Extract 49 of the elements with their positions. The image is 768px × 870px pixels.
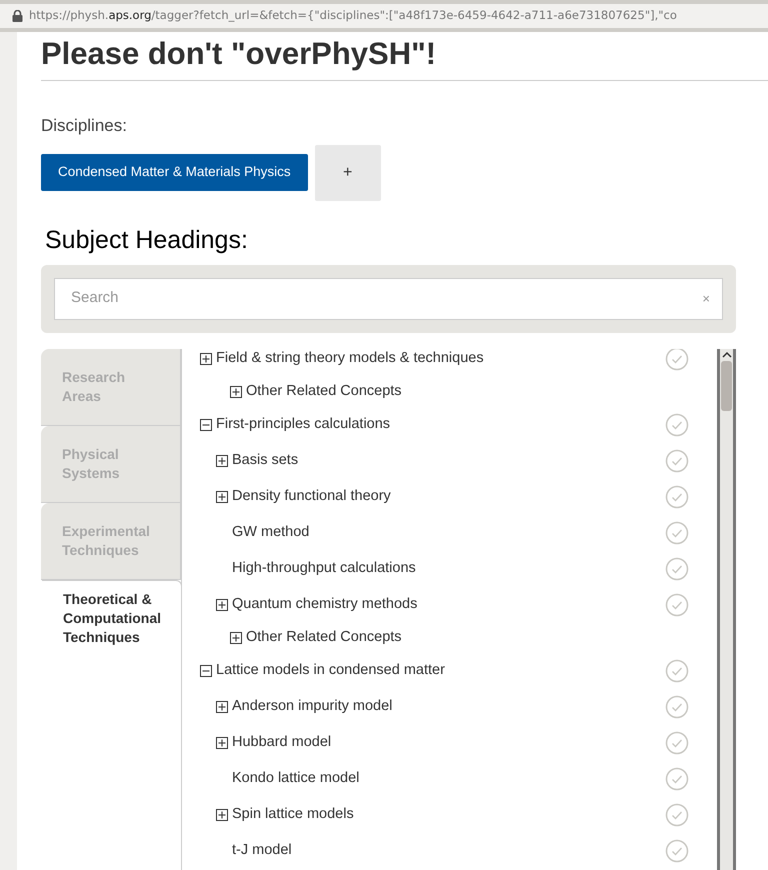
check-circle-icon[interactable]	[665, 658, 689, 682]
check-circle-icon[interactable]	[665, 520, 689, 544]
page-title: Please don't "overPhySH"!	[41, 35, 438, 72]
check-circle-icon[interactable]	[665, 838, 689, 862]
check-circle-icon[interactable]	[665, 802, 689, 826]
expand-icon[interactable]	[216, 736, 228, 748]
collapse-icon[interactable]	[200, 418, 212, 430]
subject-heading[interactable]: First-principles calculations	[216, 414, 390, 436]
check-circle-icon[interactable]	[665, 592, 689, 616]
url-text: https://physh.aps.org/tagger?fetch_url=&fetch={"disciplines":["a48f173e-6459-4642-a711-a6e731807625"],"co	[29, 7, 677, 24]
scrollbar[interactable]	[717, 348, 736, 870]
address-bar[interactable]: https://physh.aps.org/tagger?fetch_url=&fetch={"disciplines":["a48f173e-6459-4642-a711-a6e731807625"],"co	[0, 0, 768, 32]
check-circle-icon[interactable]	[665, 730, 689, 754]
scrollbar-thumb[interactable]	[721, 360, 732, 410]
subject-heading[interactable]: Spin lattice models	[232, 804, 354, 826]
subject-heading[interactable]: Basis sets	[232, 450, 298, 472]
subject-heading[interactable]: Density functional theory	[232, 486, 391, 508]
check-circle-icon[interactable]	[665, 766, 689, 790]
disciplines-label: Disciplines:	[41, 115, 128, 137]
collapse-icon[interactable]	[200, 664, 212, 676]
subject-heading[interactable]: Hubbard model	[232, 732, 332, 754]
subject-heading[interactable]: Lattice models in condensed matter	[216, 660, 445, 682]
check-circle-icon[interactable]	[665, 694, 689, 718]
expand-icon[interactable]	[230, 386, 242, 398]
expand-icon[interactable]	[216, 700, 228, 712]
expand-icon[interactable]	[216, 808, 228, 820]
check-circle-icon[interactable]	[665, 448, 689, 472]
subject-heading[interactable]: t-J model	[232, 840, 292, 862]
discipline-button[interactable]: Condensed Matter & Materials Physics	[41, 154, 308, 191]
expand-icon[interactable]	[216, 598, 228, 610]
expand-icon[interactable]	[216, 490, 228, 502]
subject-heading[interactable]: Other Related Concepts	[246, 380, 402, 402]
subject-heading[interactable]: Anderson impurity model	[232, 696, 392, 718]
subject-heading[interactable]: Kondo lattice model	[232, 768, 360, 790]
add-discipline-button[interactable]: +	[314, 144, 381, 200]
subject-heading[interactable]: High-throughput calculations	[232, 558, 416, 580]
expand-icon[interactable]	[216, 454, 228, 466]
expand-icon[interactable]	[200, 352, 212, 364]
subject-headings-label: Subject Headings:	[45, 224, 249, 254]
subject-heading[interactable]: Other Related Concepts	[246, 626, 402, 648]
lock-icon	[12, 10, 23, 22]
check-circle-icon[interactable]	[665, 556, 689, 580]
subject-heading[interactable]: Quantum chemistry methods	[232, 594, 418, 616]
subject-heading[interactable]: Field & string theory models & techniques	[216, 348, 484, 370]
scroll-up-icon[interactable]	[722, 350, 732, 358]
check-circle-icon[interactable]	[665, 484, 689, 508]
expand-icon[interactable]	[230, 632, 242, 644]
subject-heading[interactable]: GW method	[232, 522, 310, 544]
check-circle-icon[interactable]	[665, 412, 689, 436]
